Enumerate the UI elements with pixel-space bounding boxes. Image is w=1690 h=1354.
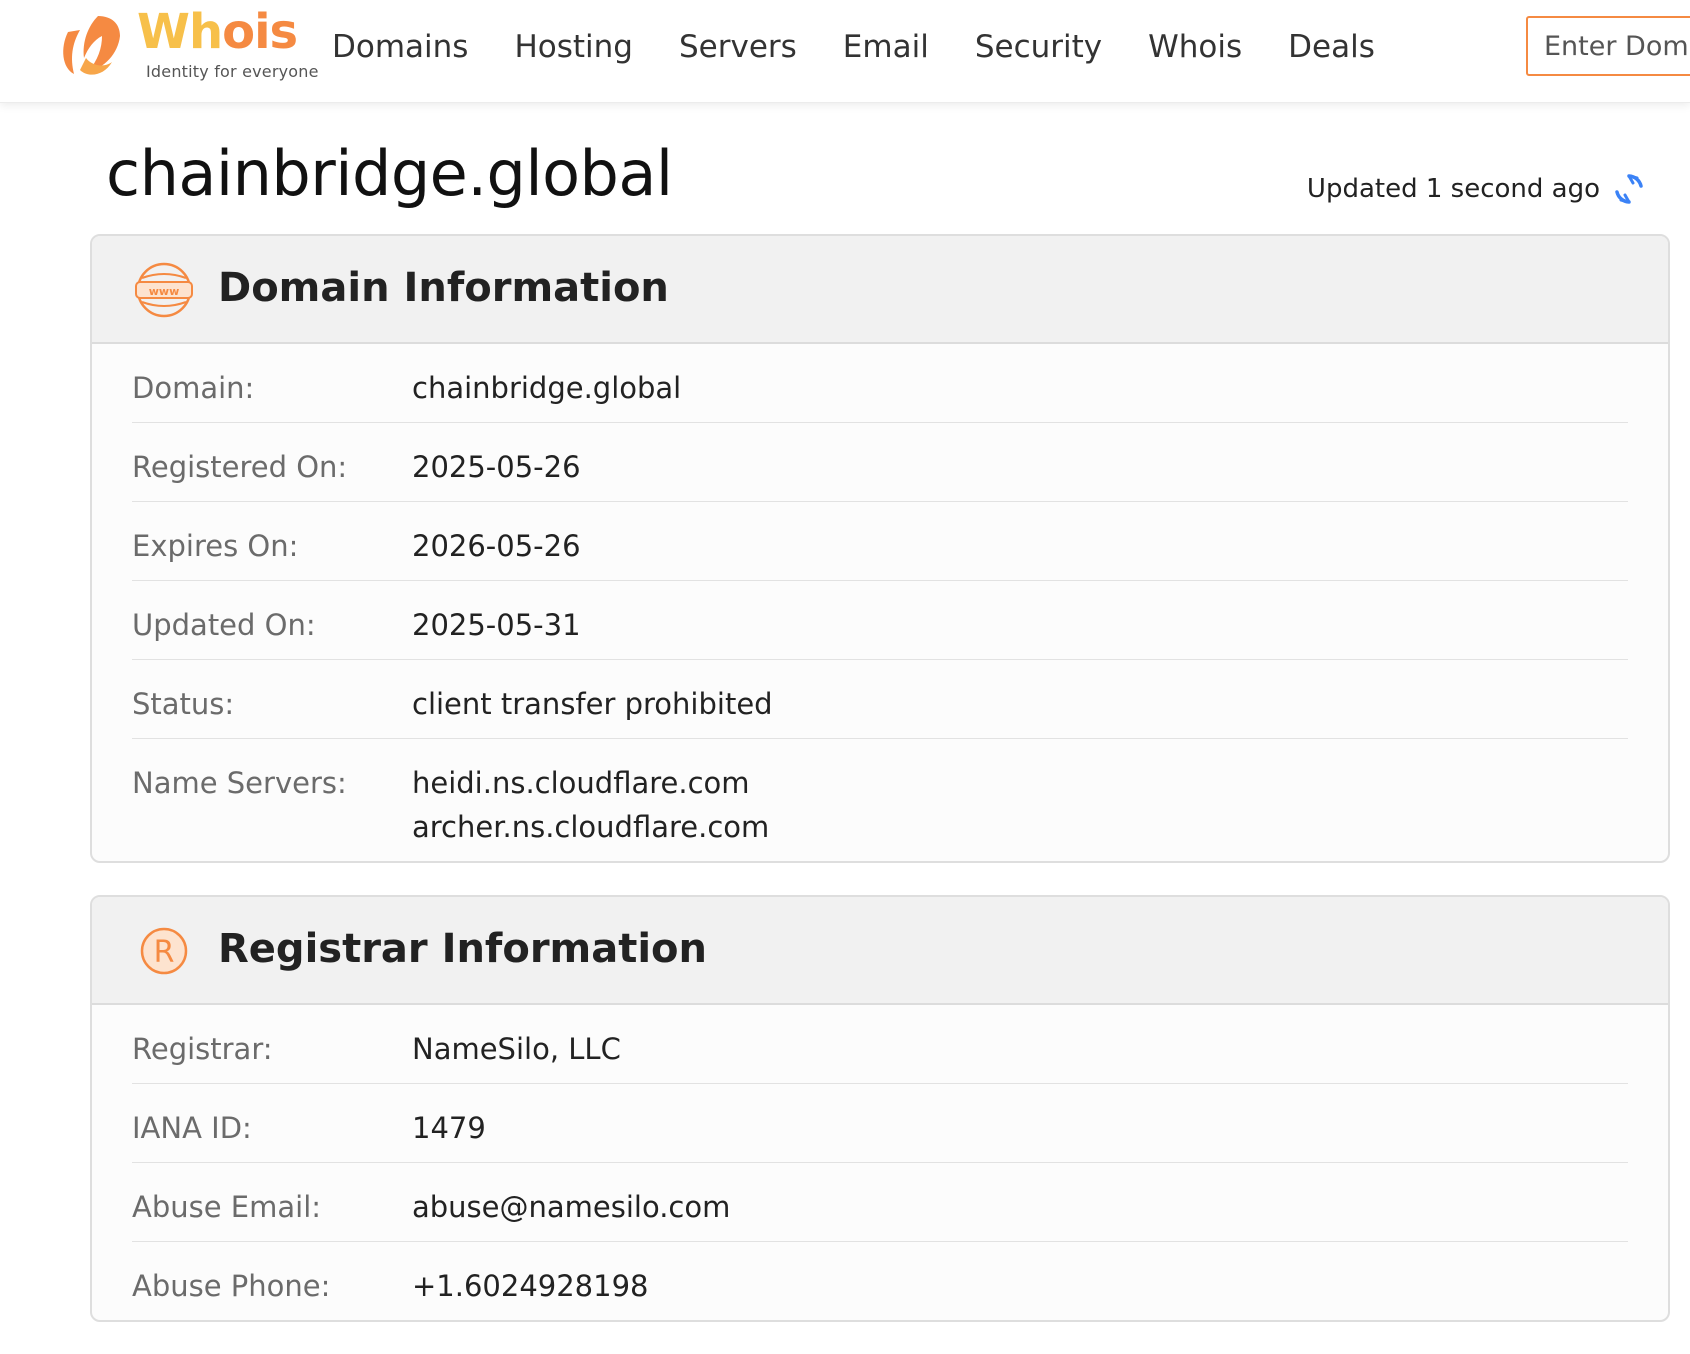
row-registered-on: Registered On: 2025-05-26 bbox=[132, 423, 1628, 502]
domain-information-card: www Domain Information Domain: chainbrid… bbox=[90, 234, 1670, 863]
main-nav: Domains Hosting Servers Email Security W… bbox=[332, 22, 1421, 72]
row-domain: Domain: chainbridge.global bbox=[132, 344, 1628, 423]
row-value: +1.6024928198 bbox=[412, 1269, 649, 1303]
row-label: IANA ID: bbox=[132, 1111, 252, 1145]
nav-security[interactable]: Security bbox=[975, 29, 1102, 65]
row-expires-on: Expires On: 2026-05-26 bbox=[132, 502, 1628, 581]
nav-servers[interactable]: Servers bbox=[679, 29, 797, 65]
row-value: heidi.ns.cloudflare.com archer.ns.cloudf… bbox=[412, 761, 769, 849]
row-value: client transfer prohibited bbox=[412, 687, 773, 721]
page-title: chainbridge.global bbox=[106, 137, 673, 210]
logo-mark-icon bbox=[63, 16, 120, 75]
row-value: 2025-05-31 bbox=[412, 608, 581, 642]
updated-text: Updated 1 second ago bbox=[1306, 174, 1600, 204]
row-abuse-phone: Abuse Phone: +1.6024928198 bbox=[132, 1242, 1628, 1320]
row-updated-on: Updated On: 2025-05-31 bbox=[132, 581, 1628, 660]
domain-information-header: www Domain Information bbox=[92, 236, 1668, 344]
row-label: Registrar: bbox=[132, 1032, 273, 1066]
nav-hosting[interactable]: Hosting bbox=[514, 29, 633, 65]
registrar-information-card: R Registrar Information Registrar: NameS… bbox=[90, 895, 1670, 1322]
row-label: Status: bbox=[132, 687, 235, 721]
row-label: Abuse Phone: bbox=[132, 1269, 331, 1303]
svg-text:www: www bbox=[149, 285, 180, 298]
logo-tagline: Identity for everyone bbox=[146, 62, 319, 81]
domain-information-title: Domain Information bbox=[218, 265, 669, 311]
row-value[interactable]: abuse@namesilo.com bbox=[412, 1185, 730, 1224]
row-label: Domain: bbox=[132, 371, 255, 405]
logo-wordmark: Whois bbox=[137, 8, 298, 56]
row-label: Abuse Email: bbox=[132, 1190, 322, 1224]
refresh-icon[interactable] bbox=[1612, 172, 1646, 206]
row-iana-id: IANA ID: 1479 bbox=[132, 1084, 1628, 1163]
nav-email[interactable]: Email bbox=[843, 29, 929, 65]
row-label: Name Servers: bbox=[132, 766, 347, 800]
row-label: Expires On: bbox=[132, 529, 299, 563]
row-value: 2025-05-26 bbox=[412, 450, 581, 484]
row-abuse-email: Abuse Email: abuse@namesilo.com bbox=[132, 1163, 1628, 1242]
nav-whois[interactable]: Whois bbox=[1148, 29, 1242, 65]
top-navigation-bar: Whois Identity for everyone Domains Host… bbox=[0, 0, 1690, 103]
name-server-1: heidi.ns.cloudflare.com bbox=[412, 766, 750, 800]
www-globe-icon: www bbox=[135, 262, 193, 318]
domain-information-rows: Domain: chainbridge.global Registered On… bbox=[92, 344, 1668, 861]
registrar-information-header: R Registrar Information bbox=[92, 897, 1668, 1005]
svg-text:R: R bbox=[154, 935, 175, 970]
name-server-2: archer.ns.cloudflare.com bbox=[412, 810, 770, 844]
logo-word-part2: ois bbox=[222, 4, 298, 60]
row-label: Updated On: bbox=[132, 608, 316, 642]
row-label: Registered On: bbox=[132, 450, 348, 484]
nav-domains[interactable]: Domains bbox=[332, 29, 468, 65]
domain-search-input[interactable] bbox=[1526, 16, 1690, 76]
site-logo[interactable]: Whois Identity for everyone bbox=[58, 8, 318, 84]
registered-trademark-icon: R bbox=[140, 927, 188, 975]
row-value: 1479 bbox=[412, 1111, 486, 1145]
row-value: chainbridge.global bbox=[412, 371, 682, 405]
row-value: NameSilo, LLC bbox=[412, 1032, 621, 1066]
row-registrar: Registrar: NameSilo, LLC bbox=[132, 1005, 1628, 1084]
row-status: Status: client transfer prohibited bbox=[132, 660, 1628, 739]
registrar-information-rows: Registrar: NameSilo, LLC IANA ID: 1479 A… bbox=[92, 1005, 1668, 1320]
registrar-information-title: Registrar Information bbox=[218, 926, 708, 972]
nav-deals[interactable]: Deals bbox=[1288, 29, 1375, 65]
updated-status: Updated 1 second ago bbox=[1307, 172, 1646, 206]
row-value: 2026-05-26 bbox=[412, 529, 581, 563]
row-name-servers: Name Servers: heidi.ns.cloudflare.com ar… bbox=[132, 739, 1628, 861]
logo-word-part1: Wh bbox=[137, 4, 223, 60]
